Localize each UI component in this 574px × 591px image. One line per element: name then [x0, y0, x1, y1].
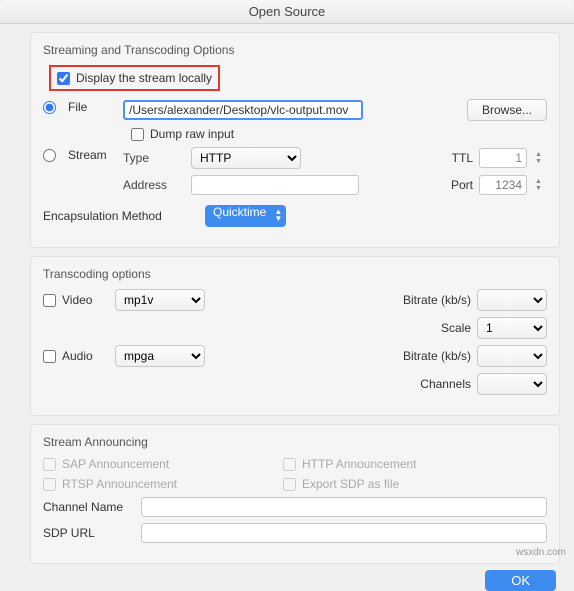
audio-bitrate-select[interactable]: [477, 345, 547, 367]
http-checkbox: [283, 458, 296, 471]
channel-name-input[interactable]: [141, 497, 547, 517]
channel-name-label: Channel Name: [43, 500, 133, 514]
rtsp-row: RTSP Announcement: [43, 477, 243, 491]
encap-value: Quicktime: [213, 205, 266, 219]
transcoding-section-title: Transcoding options: [43, 267, 547, 281]
audio-label: Audio: [62, 349, 93, 363]
updown-icon: ▲▼: [274, 208, 282, 222]
display-locally-highlight: Display the stream locally: [49, 65, 220, 91]
encap-select[interactable]: Quicktime ▲▼: [205, 205, 286, 227]
ttl-input[interactable]: [479, 148, 527, 168]
file-path-input[interactable]: [123, 100, 363, 120]
video-bitrate-select[interactable]: [477, 289, 547, 311]
encap-label: Encapsulation Method: [43, 209, 193, 223]
audio-row[interactable]: Audio: [43, 349, 115, 363]
port-label: Port: [451, 178, 473, 192]
type-label: Type: [123, 151, 183, 165]
port-input[interactable]: [479, 175, 527, 195]
stream-radio-row[interactable]: Stream: [43, 148, 115, 162]
scale-label: Scale: [441, 321, 471, 335]
video-label: Video: [62, 293, 92, 307]
audio-checkbox[interactable]: [43, 350, 56, 363]
type-select[interactable]: HTTP: [191, 147, 301, 169]
http-label: HTTP Announcement: [302, 457, 417, 471]
stream-radio[interactable]: [43, 149, 56, 162]
audio-bitrate-label: Bitrate (kb/s): [403, 349, 471, 363]
watermark: wsxdn.com: [516, 547, 566, 558]
rtsp-checkbox: [43, 478, 56, 491]
rtsp-label: RTSP Announcement: [62, 477, 177, 491]
video-bitrate-label: Bitrate (kb/s): [403, 293, 471, 307]
dump-raw-label: Dump raw input: [150, 127, 234, 141]
export-checkbox: [283, 478, 296, 491]
announcing-section-title: Stream Announcing: [43, 435, 547, 449]
streaming-panel: Streaming and Transcoding Options Displa…: [30, 32, 560, 248]
display-locally-label: Display the stream locally: [76, 71, 212, 85]
audio-codec-select[interactable]: mpga: [115, 345, 205, 367]
stream-label: Stream: [68, 148, 107, 162]
export-row: Export SDP as file: [283, 477, 399, 491]
ttl-stepper[interactable]: ▲▼: [535, 151, 547, 165]
port-stepper[interactable]: ▲▼: [535, 178, 547, 192]
announcing-panel: Stream Announcing SAP Announcement HTTP …: [30, 424, 560, 564]
export-label: Export SDP as file: [302, 477, 399, 491]
sap-checkbox: [43, 458, 56, 471]
address-label: Address: [123, 178, 183, 192]
ttl-label: TTL: [452, 151, 473, 165]
ok-button[interactable]: OK: [485, 570, 556, 591]
channels-select[interactable]: [477, 373, 547, 395]
address-input[interactable]: [191, 175, 359, 195]
file-label: File: [68, 100, 87, 114]
channels-label: Channels: [420, 377, 471, 391]
streaming-section-title: Streaming and Transcoding Options: [43, 43, 547, 57]
file-radio[interactable]: [43, 101, 56, 114]
window-title: Open Source: [0, 0, 574, 24]
file-radio-row[interactable]: File: [43, 100, 115, 114]
http-row: HTTP Announcement: [283, 457, 417, 471]
video-checkbox[interactable]: [43, 294, 56, 307]
sap-label: SAP Announcement: [62, 457, 169, 471]
dump-raw-checkbox[interactable]: [131, 128, 144, 141]
dump-raw-row[interactable]: Dump raw input: [131, 127, 234, 141]
video-codec-select[interactable]: mp1v: [115, 289, 205, 311]
sdp-url-input[interactable]: [141, 523, 547, 543]
display-locally-checkbox[interactable]: [57, 72, 70, 85]
scale-select[interactable]: 1: [477, 317, 547, 339]
sap-row: SAP Announcement: [43, 457, 243, 471]
video-row[interactable]: Video: [43, 293, 115, 307]
transcoding-panel: Transcoding options Video mp1v Bitrate (…: [30, 256, 560, 416]
display-locally-row[interactable]: Display the stream locally: [57, 71, 212, 85]
sdp-url-label: SDP URL: [43, 526, 133, 540]
browse-button[interactable]: Browse...: [467, 99, 547, 121]
